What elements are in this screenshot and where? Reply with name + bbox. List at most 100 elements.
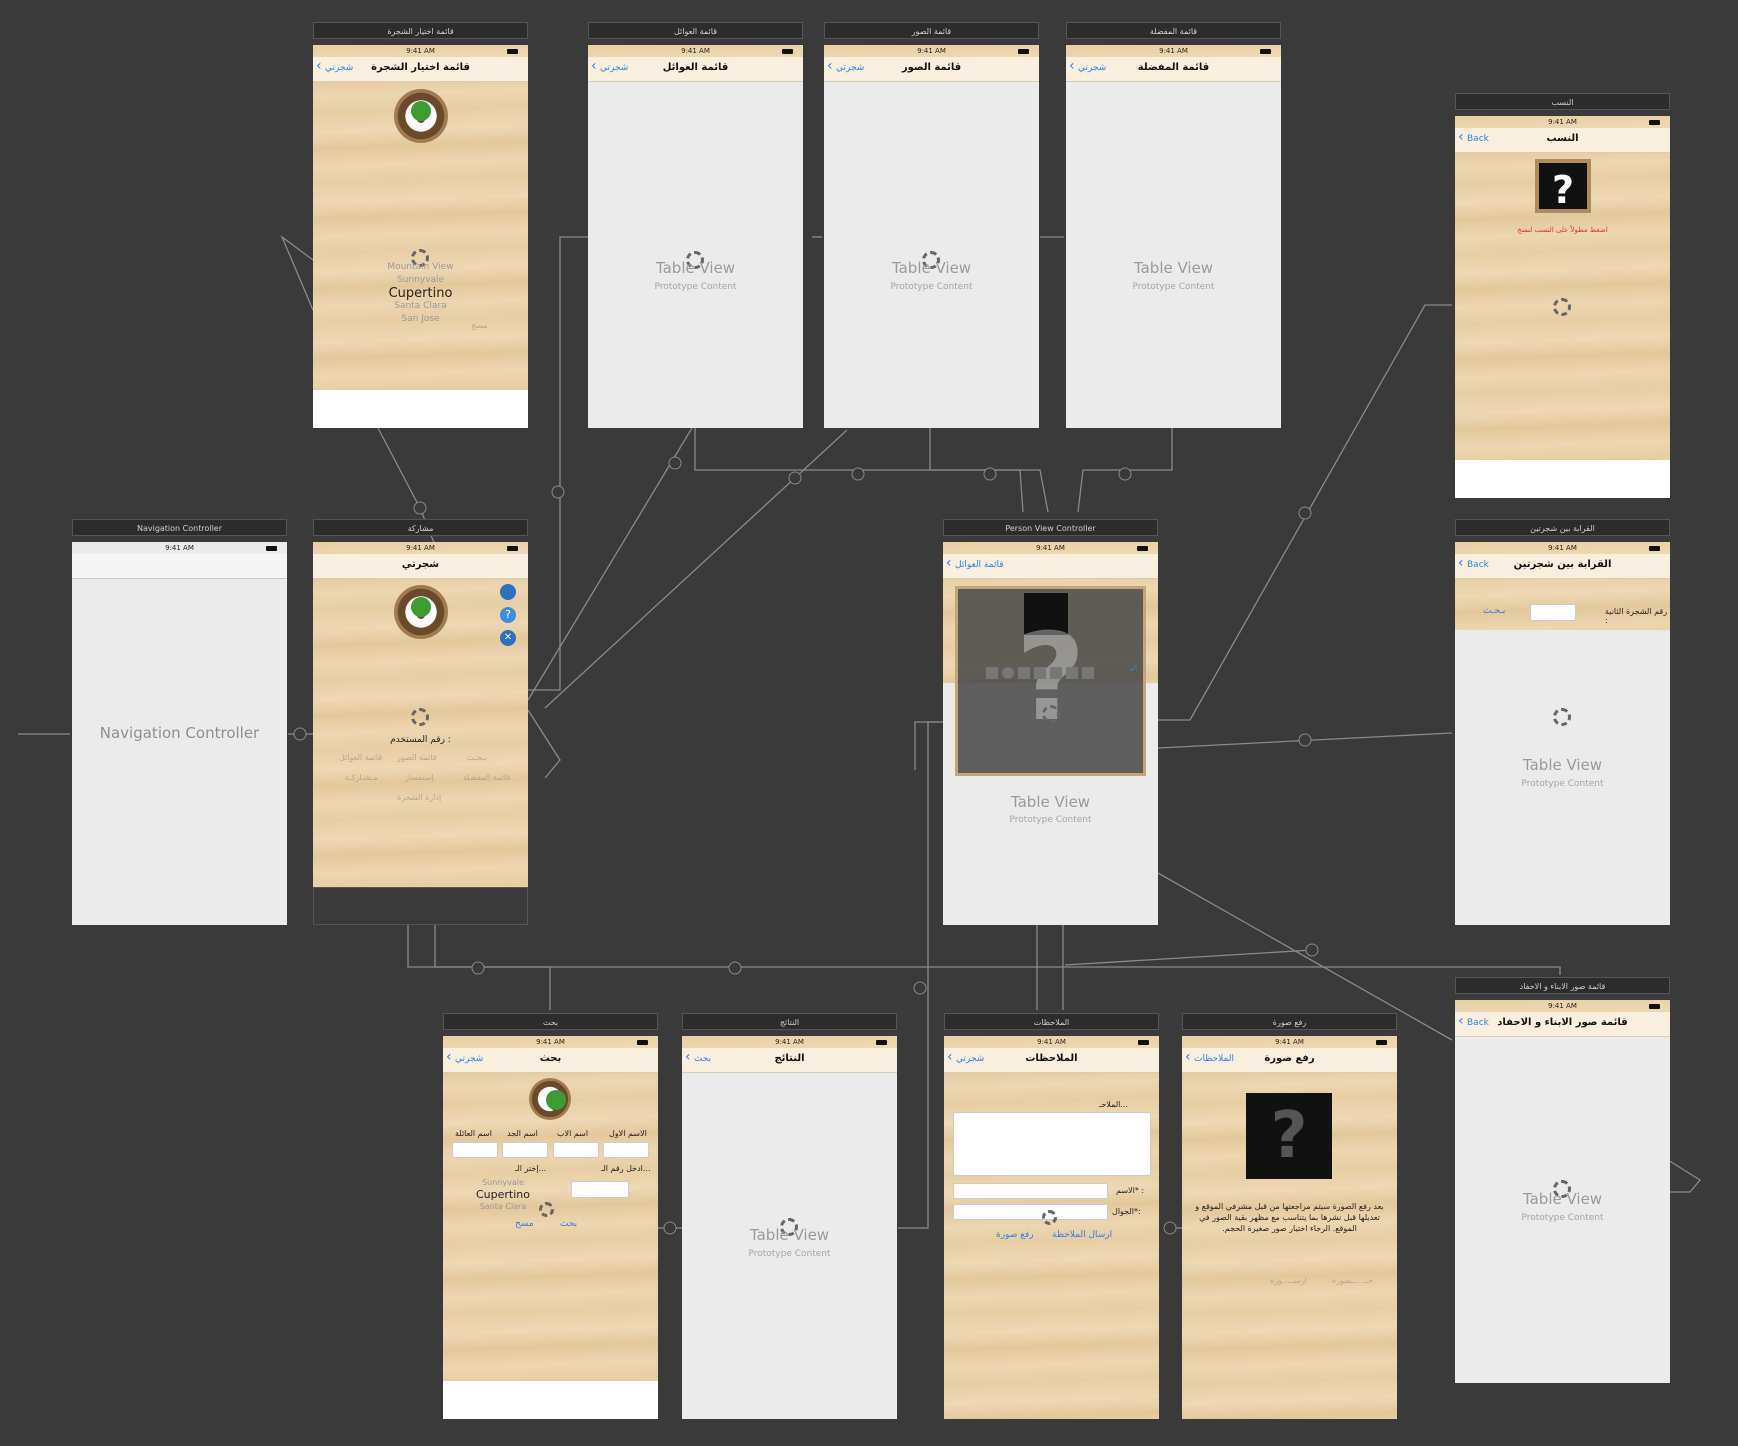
nav-bar: شجرتي xyxy=(313,554,528,579)
scene-label: رفع صورة xyxy=(1182,1013,1397,1030)
bottom-bar xyxy=(443,1381,658,1419)
help-icon[interactable]: ? xyxy=(500,607,516,623)
nav-bar: شجرتي بحث xyxy=(443,1048,658,1073)
user-icon[interactable] xyxy=(500,584,516,600)
grandfather-name-field[interactable] xyxy=(502,1142,548,1158)
phone-frame: 9:41 AM شجرتي ? ✕ رقم المستخدم : بـحـث ق… xyxy=(313,542,528,925)
nav-bar: شجرتي الملاحظات xyxy=(944,1048,1159,1073)
menu-families[interactable]: قائمة العوائل xyxy=(339,753,382,762)
status-bar: 9:41 AM xyxy=(824,45,1039,57)
phone-frame: 9:41 AM شجرتي قائمة اختيار الشجرة Mounta… xyxy=(313,45,528,428)
menu-search[interactable]: بـحـث xyxy=(467,753,487,762)
status-bar: 9:41 AM xyxy=(944,1036,1159,1048)
scene-label: قائمة العوائل xyxy=(588,22,803,39)
first-name-field[interactable] xyxy=(603,1142,649,1158)
phone-frame: 9:41 AM Back القرابة بين شجرتين رقم الشج… xyxy=(1455,542,1670,925)
father-name-field[interactable] xyxy=(553,1142,599,1158)
photo-overlay: ? ✓ xyxy=(955,586,1146,776)
scene-results: النتائج 9:41 AM بحث النتائج Table View P… xyxy=(682,1013,897,1419)
status-time: 9:41 AM xyxy=(1159,47,1188,55)
search-button[interactable]: بـحـث xyxy=(1483,606,1505,616)
status-bar: 9:41 AM xyxy=(1455,1000,1670,1012)
table-view-subtitle: Prototype Content xyxy=(654,282,737,292)
instagram-icon[interactable] xyxy=(1066,667,1078,679)
table-view-title: Table View xyxy=(655,259,736,277)
name-field[interactable] xyxy=(953,1183,1108,1199)
battery-icon xyxy=(1260,49,1271,54)
status-bar: 9:41 AM xyxy=(443,1036,658,1048)
number-field[interactable] xyxy=(571,1181,629,1198)
scene-label: قائمة صور الابناء و الاحفاد xyxy=(1455,977,1670,994)
menu-favorites[interactable]: قائمة المفضلة xyxy=(463,773,510,782)
clear-button[interactable]: مسح xyxy=(515,1219,534,1229)
choose-photo-button[interactable]: حــ...ــصورة xyxy=(1332,1276,1373,1285)
checkmark-icon[interactable]: ✓ xyxy=(1129,661,1139,675)
table-view-title: Table View xyxy=(749,1226,830,1244)
battery-icon xyxy=(1376,1040,1387,1045)
mobile-label: الجوال*: xyxy=(1112,1207,1141,1216)
notes-textarea[interactable] xyxy=(953,1112,1151,1176)
activity-indicator xyxy=(539,1202,554,1217)
nav-bar: Back القرابة بين شجرتين xyxy=(1455,554,1670,579)
picker-row: Santa Clara xyxy=(394,301,447,311)
whatsapp-icon[interactable] xyxy=(1002,667,1014,679)
battery-icon xyxy=(1649,546,1660,551)
status-time: 9:41 AM xyxy=(1275,1038,1304,1046)
picker-row: Santa Clara xyxy=(479,1202,527,1211)
phone-frame: 9:41 AM قائمة العوائل ? ✓ Table View Pro… xyxy=(943,542,1158,925)
send-photo-button[interactable]: ارســ...ورة xyxy=(1270,1276,1307,1285)
upload-photo-button[interactable]: رفع صورة xyxy=(996,1230,1034,1240)
scene-search: بحث 9:41 AM شجرتي بحث الاسم الاول اسم ال… xyxy=(443,1013,658,1419)
table-view-title: Table View xyxy=(1522,1190,1603,1208)
scene-label: الملاحظات xyxy=(944,1013,1159,1030)
menu-photos[interactable]: قائمة الصور xyxy=(397,753,437,762)
bottom-bar xyxy=(1455,460,1670,498)
tools-icon[interactable]: ✕ xyxy=(500,630,516,646)
mail-icon[interactable] xyxy=(1018,667,1030,679)
menu-share[interactable]: مـشـاركـة xyxy=(345,773,378,782)
scene-label: القرابة بين شجرتين xyxy=(1455,519,1670,536)
status-time: 9:41 AM xyxy=(775,1038,804,1046)
table-view-subtitle: Prototype Content xyxy=(1132,282,1215,292)
picker-row-selected: Cupertino xyxy=(476,1188,530,1201)
picker-row: San Jose xyxy=(401,314,440,324)
scene-lineage: النسب 9:41 AM Back النسب ? اضغط مطولاً ع… xyxy=(1455,93,1670,498)
nav-title: قائمة اختيار الشجرة xyxy=(371,62,470,73)
nav-bar xyxy=(72,554,287,579)
activity-indicator xyxy=(1042,705,1060,723)
battery-icon xyxy=(1137,546,1148,551)
back-button[interactable]: قائمة العوائل xyxy=(946,555,1003,571)
table-view-subtitle: Prototype Content xyxy=(890,282,973,292)
nav-bar: بحث النتائج xyxy=(682,1048,897,1073)
nav-title: رفع صورة xyxy=(1264,1053,1315,1064)
facebook-icon[interactable] xyxy=(1050,667,1062,679)
table-view-title: Table View xyxy=(1522,756,1603,774)
twitter-icon[interactable] xyxy=(1034,667,1046,679)
send-note-button[interactable]: ارسال الملاحظة xyxy=(1052,1230,1112,1240)
scene-label: قائمة الصور xyxy=(824,22,1039,39)
scene-person: Person View Controller 9:41 AM قائمة الع… xyxy=(943,519,1158,925)
phone-frame: 9:41 AM شجرتي بحث الاسم الاول اسم الاب ا… xyxy=(443,1036,658,1419)
snapchat-icon[interactable] xyxy=(1082,667,1094,679)
family-name-field[interactable] xyxy=(452,1142,498,1158)
user-number-label: رقم المستخدم : xyxy=(390,735,451,745)
scene-label: النسب xyxy=(1455,93,1670,110)
search-button[interactable]: بحث xyxy=(560,1219,577,1229)
menu-inquiry[interactable]: إستفسار xyxy=(405,773,434,782)
branch-picker[interactable]: Sunnyvale Cupertino Santa Clara xyxy=(463,1177,543,1213)
battery-icon xyxy=(1649,120,1660,125)
scene-label: Navigation Controller xyxy=(72,519,287,536)
unknown-photo-icon[interactable]: ? xyxy=(1246,1093,1332,1179)
status-time: 9:41 AM xyxy=(1548,544,1577,552)
scene-label: قائمة المفضلة xyxy=(1066,22,1281,39)
menu-manage-tree[interactable]: إدارة الشجرة xyxy=(397,793,441,802)
table-view-subtitle: Prototype Content xyxy=(1521,1213,1604,1223)
second-tree-field[interactable] xyxy=(1530,604,1576,621)
phone-frame: 9:41 AM شجرتي قائمة العوائل Table View P… xyxy=(588,45,803,428)
contact-icon[interactable] xyxy=(986,667,998,679)
city-picker[interactable]: Mountain View Sunnyvale Cupertino Santa … xyxy=(313,261,528,326)
scene-label: بحث xyxy=(443,1013,658,1030)
share-icons-row xyxy=(986,667,1116,679)
phone-frame: 9:41 AM Navigation Controller xyxy=(72,542,287,925)
mobile-field[interactable] xyxy=(953,1204,1108,1220)
